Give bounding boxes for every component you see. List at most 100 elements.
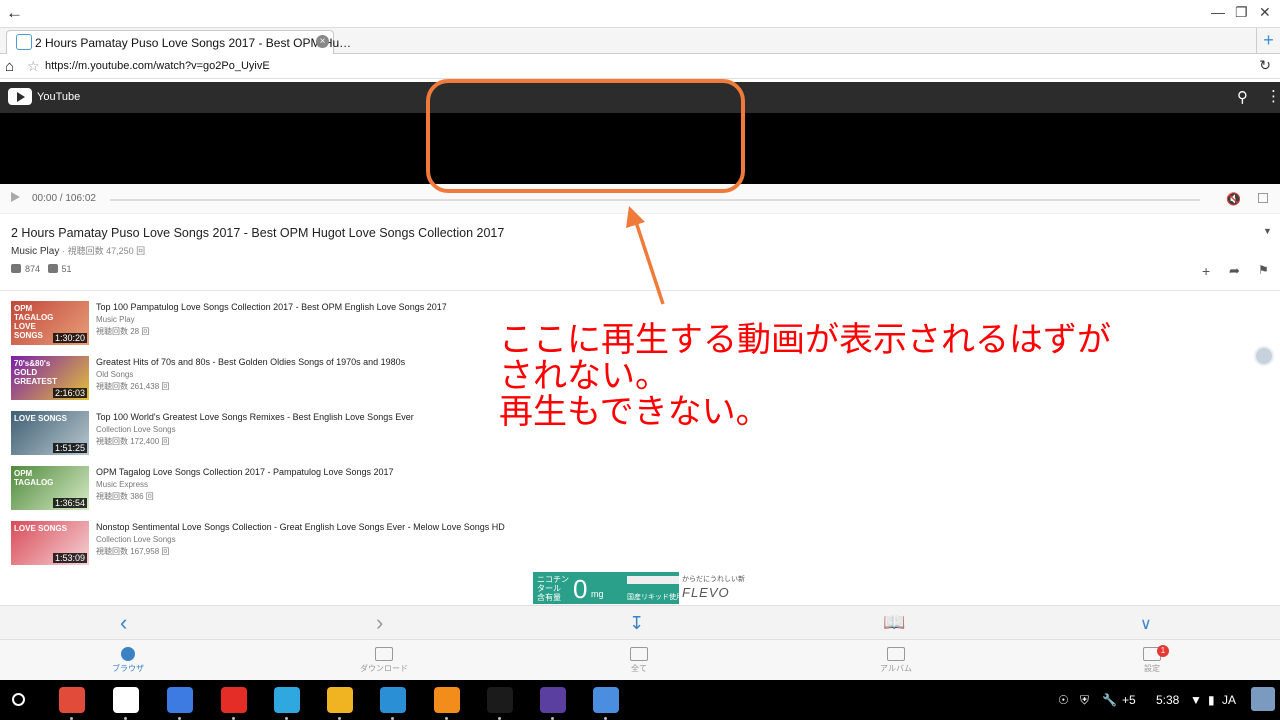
browser-tab[interactable]: 2 Hours Pamatay Puso Love Songs 2017 - B… <box>6 30 351 54</box>
related-title[interactable]: Top 100 Pampatulog Love Songs Collection… <box>96 302 447 312</box>
dock-item[interactable]: ブラウザ <box>88 643 168 674</box>
downloader-icon[interactable] <box>327 687 353 720</box>
flag-icon[interactable]: ⚑ <box>1258 263 1269 277</box>
related-title[interactable]: Nonstop Sentimental Love Songs Collectio… <box>96 522 505 532</box>
expand-description-icon[interactable]: ▼ <box>1263 226 1272 236</box>
fullscreen-icon[interactable] <box>1258 193 1268 203</box>
related-title[interactable]: Top 100 World's Greatest Love Songs Remi… <box>96 412 414 422</box>
video-thumbnail[interactable]: LOVE SONGS 1:53:09 <box>11 521 89 565</box>
add-to-playlist-icon[interactable]: + <box>1202 263 1210 279</box>
share-icon[interactable]: ➦ <box>1229 263 1240 279</box>
battery-icon[interactable]: ▮ <box>1208 693 1215 707</box>
tab-close-icon[interactable]: × <box>316 35 329 48</box>
youtube-logo-icon[interactable] <box>8 88 32 105</box>
clock[interactable]: 5:38 <box>1156 693 1179 707</box>
related-views: 視聴回数 172,400 回 <box>96 437 170 446</box>
search-icon[interactable]: ⚲ <box>1237 88 1248 106</box>
related-video-item[interactable]: LOVE SONGS 1:53:09 Nonstop Sentimental Lov… <box>11 521 571 567</box>
dock-label: アルバム <box>880 664 912 673</box>
launcher-icon[interactable] <box>12 693 25 706</box>
dock-item[interactable]: アルバム <box>856 643 936 674</box>
page-favicon-icon <box>16 34 32 50</box>
related-channel: Music Play <box>96 315 135 324</box>
wrench-icon[interactable]: 🔧 <box>1102 693 1117 707</box>
chevron-down-icon[interactable]: ∨ <box>1140 614 1152 634</box>
chevron-right-icon[interactable]: › <box>376 610 383 636</box>
thumbs-up-icon[interactable] <box>11 264 21 273</box>
video-thumbnail[interactable]: LOVE SONGS 1:51:25 <box>11 411 89 455</box>
globe-icon <box>121 647 135 661</box>
thumbs-down-icon[interactable] <box>47 264 58 273</box>
play-store-icon[interactable] <box>274 687 300 720</box>
dock-item[interactable]: 設定 1 <box>1112 643 1192 674</box>
floating-avatar[interactable] <box>1254 346 1274 366</box>
channel-name[interactable]: Music Play <box>11 246 59 257</box>
docs-icon[interactable] <box>167 687 193 720</box>
related-title[interactable]: OPM Tagalog Love Songs Collection 2017 -… <box>96 467 394 477</box>
video-duration: 2:16:03 <box>52 388 87 398</box>
annotation-line: ここに再生する動画が表示されるはずが <box>499 320 1111 360</box>
vlc-icon[interactable] <box>434 687 460 720</box>
video-meta: Music Play · 視聴回数 47,250 回 <box>11 244 145 257</box>
video-thumbnail[interactable]: OPM TAGALOG LOVE SONGS 1:30:20 <box>11 301 89 345</box>
ad-tagline: からだにうれしい新 <box>682 576 745 583</box>
close-icon[interactable]: ✕ <box>1259 4 1271 21</box>
seek-bar[interactable] <box>110 199 1200 201</box>
screen-icon[interactable] <box>540 687 566 720</box>
ad-brand-panel: からだにうれしい新 FLEVO <box>679 572 747 604</box>
ime-indicator[interactable]: JA <box>1222 693 1236 707</box>
reload-icon[interactable]: ↻ <box>1259 57 1271 74</box>
home-icon[interactable]: ⌂ <box>5 58 14 75</box>
system-taskbar: ☉ ⛨ 🔧 +5 5:38 ▼ ▮ JA <box>0 680 1280 720</box>
related-channel: Collection Love Songs <box>96 535 176 544</box>
play-icon[interactable] <box>11 192 20 202</box>
youtube-icon[interactable] <box>221 687 247 720</box>
ad-sub: 国産リキッド使用 <box>627 594 683 601</box>
minimize-icon[interactable]: — <box>1211 4 1225 20</box>
dock-label: 全て <box>631 664 647 673</box>
back-arrow-icon[interactable]: ← <box>6 3 23 23</box>
related-video-item[interactable]: OPM TAGALOG LOVE SONGS 1:30:20 Top 100 Pam… <box>11 301 571 347</box>
es-file-icon[interactable] <box>380 687 406 720</box>
wifi-icon[interactable]: ▼ <box>1190 693 1202 707</box>
restore-icon[interactable]: ❐ <box>1235 4 1248 21</box>
new-tab-button[interactable]: + <box>1256 28 1280 53</box>
related-video-item[interactable]: 70's&80's GOLD GREATEST 2:16:03 Greatest H… <box>11 356 571 402</box>
video-title: 2 Hours Pamatay Puso Love Songs 2017 - B… <box>11 226 505 240</box>
video-thumbnail[interactable]: 70's&80's GOLD GREATEST 2:16:03 <box>11 356 89 400</box>
youtube-brand[interactable]: YouTube <box>37 91 80 103</box>
video-duration: 1:36:54 <box>52 498 87 508</box>
ad-big-number: 0 <box>573 574 588 604</box>
more-vert-icon[interactable]: ⋮ <box>1266 87 1280 105</box>
video-dl-icon[interactable] <box>593 687 619 720</box>
mute-icon[interactable]: 🔇 <box>1226 192 1241 206</box>
related-video-item[interactable]: OPM TAGALOG 1:36:54 OPM Tagalog Love Songs… <box>11 466 571 512</box>
chrome-icon[interactable] <box>59 687 85 720</box>
book-icon[interactable]: 📖 <box>883 612 905 633</box>
related-views: 視聴回数 386 回 <box>96 492 154 501</box>
related-title[interactable]: Greatest Hits of 70s and 80s - Best Gold… <box>96 357 405 367</box>
download-icon[interactable]: ↧ <box>629 613 644 634</box>
notification-count[interactable]: +5 <box>1122 693 1136 707</box>
ad-banner[interactable]: ニコチン タール 含有量 0 mg 国産リキッド使用 からだにうれしい新 FLE… <box>533 572 747 604</box>
shield-icon[interactable]: ⛨ <box>1080 693 1089 708</box>
browser-nav-bar: ‹ › ↧ 📖 ∨ <box>0 605 1280 639</box>
video-duration: 1:30:20 <box>52 333 87 343</box>
address-bar: ⌂ ☆ https://m.youtube.com/watch?v=go2Po_… <box>0 55 1280 79</box>
dock-item[interactable]: 全て <box>599 643 679 674</box>
vpn-icon[interactable]: ☉ <box>1058 693 1069 707</box>
dock-item[interactable]: ダウンロード <box>344 643 424 674</box>
account-avatar[interactable] <box>1251 687 1275 711</box>
url-field[interactable]: https://m.youtube.com/watch?v=go2Po_Uyiv… <box>45 60 270 72</box>
chevron-left-icon[interactable]: ‹ <box>120 610 127 636</box>
bookmark-star-icon[interactable]: ☆ <box>27 58 40 75</box>
related-video-item[interactable]: LOVE SONGS 1:51:25 Top 100 World's Greates… <box>11 411 571 457</box>
related-views: 視聴回数 28 回 <box>96 327 150 336</box>
video-thumbnail[interactable]: OPM TAGALOG 1:36:54 <box>11 466 89 510</box>
gmail-icon[interactable] <box>113 687 139 720</box>
related-channel: Collection Love Songs <box>96 425 176 434</box>
ad-brand: FLEVO <box>682 585 730 600</box>
thumbnail-label: OPM TAGALOG LOVE SONGS <box>14 304 54 340</box>
kindle-icon[interactable] <box>487 687 513 720</box>
ad-unit: mg <box>591 589 604 599</box>
